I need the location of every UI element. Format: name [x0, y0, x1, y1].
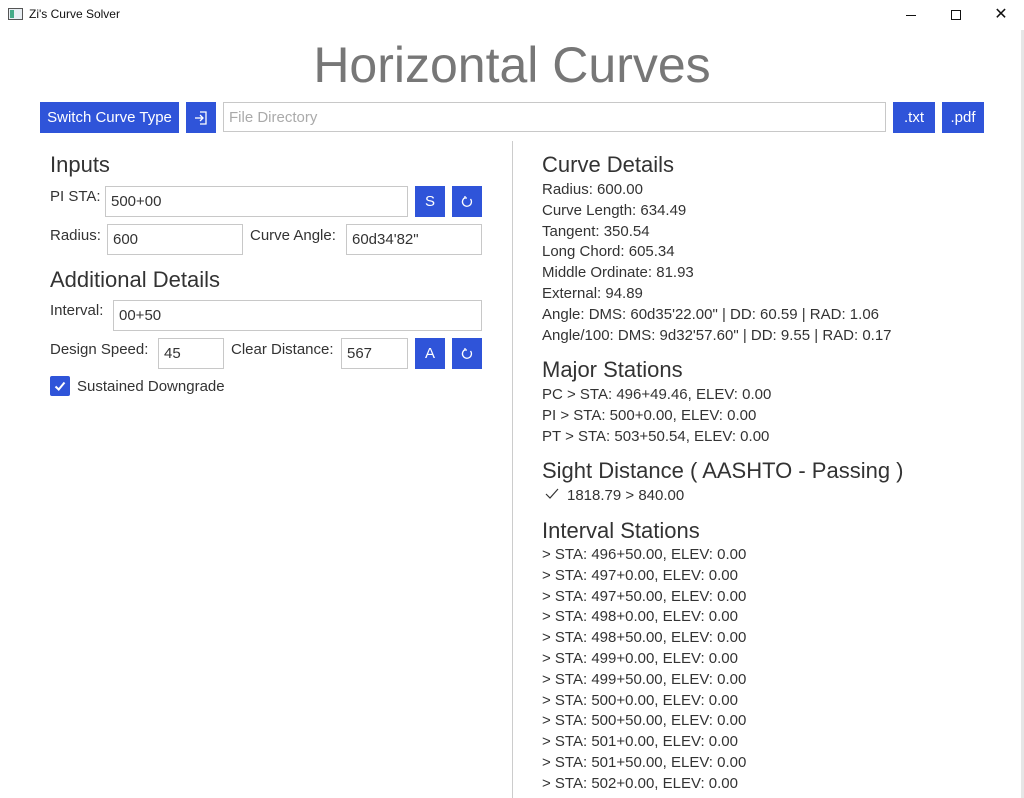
s-button[interactable]: S	[415, 186, 445, 217]
interval-station-line: > STA: 500+50.00, ELEV: 0.00	[542, 712, 747, 729]
minimize-button[interactable]	[888, 0, 934, 30]
interval-station-line: > STA: 498+50.00, ELEV: 0.00	[542, 629, 747, 646]
interval-station-line: > STA: 500+0.00, ELEV: 0.00	[542, 692, 738, 709]
curve-detail-line: Long Chord: 605.34	[542, 243, 675, 260]
maximize-button[interactable]	[933, 0, 979, 30]
major-station-line: PC > STA: 496+49.46, ELEV: 0.00	[542, 386, 772, 403]
curve-details-heading: Curve Details	[542, 152, 675, 177]
major-station-line: PI > STA: 500+0.00, ELEV: 0.00	[542, 407, 757, 424]
checkmark-icon	[54, 381, 66, 391]
curve-detail-line: Tangent: 350.54	[542, 223, 650, 240]
interval-station-line: > STA: 498+0.00, ELEV: 0.00	[542, 608, 738, 625]
inputs-heading: Inputs	[50, 152, 110, 177]
major-stations-heading: Major Stations	[542, 357, 683, 382]
curve-detail-line: Radius: 600.00	[542, 181, 643, 198]
interval-station-line: > STA: 499+0.00, ELEV: 0.00	[542, 650, 738, 667]
check-icon	[545, 487, 559, 504]
export-pdf-button[interactable]: .pdf	[942, 102, 984, 133]
interval-station-line: > STA: 499+50.00, ELEV: 0.00	[542, 671, 747, 688]
interval-station-line: > STA: 502+0.00, ELEV: 0.00	[542, 775, 738, 792]
window-titlebar: Zi's Curve Solver ✕	[0, 0, 1024, 30]
design-speed-label: Design Speed:	[50, 341, 149, 358]
interval-station-line: > STA: 501+50.00, ELEV: 0.00	[542, 754, 747, 771]
import-icon	[195, 110, 207, 125]
interval-stations-heading: Interval Stations	[542, 518, 700, 543]
interval-station-line: > STA: 496+50.00, ELEV: 0.00	[542, 546, 747, 563]
curve-detail-line: Angle/100: DMS: 9d32'57.60" | DD: 9.55 |…	[542, 327, 892, 344]
additional-details-heading: Additional Details	[50, 267, 220, 292]
minimize-icon	[906, 14, 916, 16]
refresh-icon	[461, 195, 473, 207]
curve-detail-line: External: 94.89	[542, 285, 643, 302]
pi-sta-input[interactable]	[105, 186, 408, 217]
interval-station-line: > STA: 501+0.00, ELEV: 0.00	[542, 733, 738, 750]
pi-sta-label: PI STA:	[50, 188, 101, 205]
clear-distance-label: Clear Distance:	[231, 341, 334, 358]
maximize-icon	[951, 10, 961, 20]
sustained-downgrade-checkbox[interactable]	[50, 376, 70, 396]
curve-detail-line: Curve Length: 634.49	[542, 202, 687, 219]
sight-distance-heading: Sight Distance ( AASHTO - Passing )	[542, 458, 904, 483]
sustained-downgrade-label: Sustained Downgrade	[77, 378, 225, 395]
refresh-icon	[461, 347, 473, 359]
window-title: Zi's Curve Solver	[29, 7, 120, 21]
radius-input[interactable]	[107, 224, 243, 255]
reset-inputs-button[interactable]	[452, 186, 482, 217]
page-title: Horizontal Curves	[313, 37, 711, 93]
curve-angle-label: Curve Angle:	[250, 227, 336, 244]
interval-station-line: > STA: 497+50.00, ELEV: 0.00	[542, 588, 747, 605]
a-button[interactable]: A	[415, 338, 445, 369]
interval-input[interactable]	[113, 300, 482, 331]
import-button[interactable]	[186, 102, 216, 133]
clear-distance-input[interactable]	[341, 338, 408, 369]
design-speed-input[interactable]	[158, 338, 224, 369]
major-station-line: PT > STA: 503+50.54, ELEV: 0.00	[542, 428, 770, 445]
sight-distance-result: 1818.79 > 840.00	[567, 487, 685, 504]
interval-station-line: > STA: 497+0.00, ELEV: 0.00	[542, 567, 738, 584]
radius-label: Radius:	[50, 227, 101, 244]
interval-label: Interval:	[50, 302, 104, 319]
switch-curve-type-button[interactable]: Switch Curve Type	[40, 102, 179, 133]
reset-additional-button[interactable]	[452, 338, 482, 369]
app-icon	[8, 8, 23, 20]
curve-angle-input[interactable]	[346, 224, 482, 255]
curve-detail-line: Middle Ordinate: 81.93	[542, 264, 694, 281]
panel-divider	[512, 141, 513, 798]
export-txt-button[interactable]: .txt	[893, 102, 935, 133]
close-icon: ✕	[994, 6, 1008, 23]
curve-detail-line: Angle: DMS: 60d35'22.00" | DD: 60.59 | R…	[542, 306, 880, 323]
file-directory-input[interactable]	[223, 102, 886, 132]
close-button[interactable]: ✕	[978, 0, 1024, 30]
